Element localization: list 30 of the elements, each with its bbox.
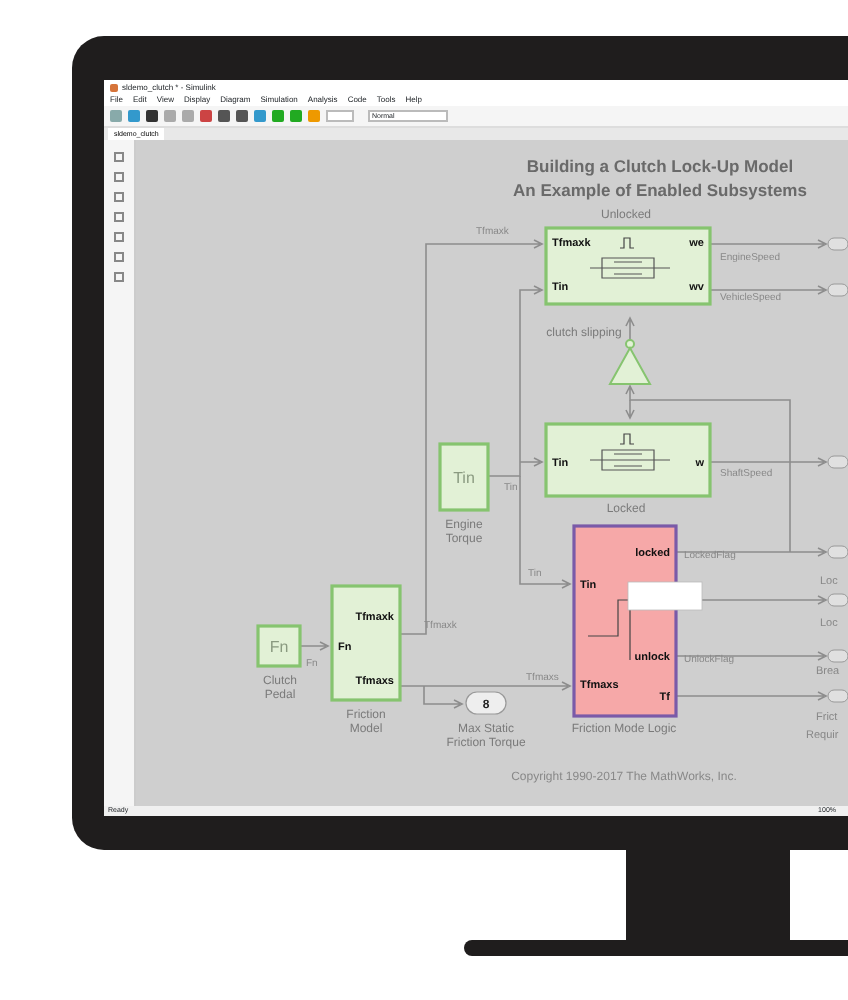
logic-drawing <box>587 599 631 661</box>
source-block[interactable] <box>438 442 490 512</box>
outport-block[interactable] <box>827 689 848 703</box>
constant-block[interactable] <box>465 691 507 715</box>
signal-line <box>709 239 828 249</box>
app-icon <box>110 83 118 91</box>
block-text: Fn <box>269 638 289 656</box>
signal-line <box>709 285 828 295</box>
outport-block[interactable] <box>827 455 848 469</box>
diagram-title: An Example of Enabled Subsystems <box>513 180 807 200</box>
source-block[interactable] <box>256 624 302 668</box>
not-gate[interactable] <box>609 339 651 385</box>
signal-line <box>299 641 330 651</box>
zoom-field[interactable] <box>326 110 354 122</box>
outport-block[interactable] <box>827 237 848 251</box>
trigger-icon <box>619 433 635 445</box>
clutch-icon <box>589 449 671 471</box>
signal-line <box>625 316 635 345</box>
block-text: Tin <box>453 469 475 487</box>
clutch-icon <box>589 257 671 279</box>
trigger-icon <box>619 237 635 249</box>
outport-block[interactable] <box>827 649 848 663</box>
tooltip-popup <box>627 581 703 611</box>
subsystem-block[interactable] <box>572 524 678 718</box>
subsystem-block[interactable] <box>330 584 402 702</box>
outport-block[interactable] <box>827 545 848 559</box>
outport-block[interactable] <box>827 283 848 297</box>
outport-block[interactable] <box>827 593 848 607</box>
diagram-title: Building a Clutch Lock-Up Model <box>526 156 794 176</box>
subsystem-block[interactable] <box>544 226 712 306</box>
